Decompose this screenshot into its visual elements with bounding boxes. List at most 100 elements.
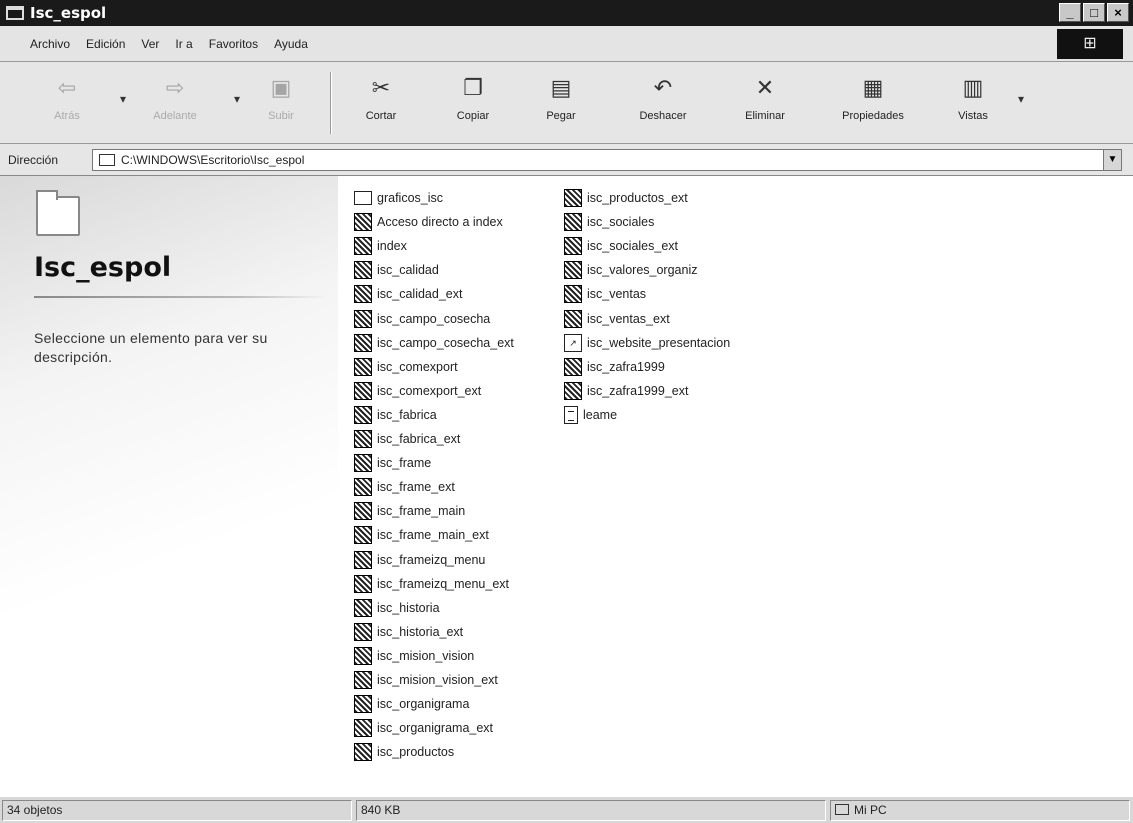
file-name: isc_campo_cosecha_ext	[377, 335, 514, 350]
file-name: isc_frame	[377, 456, 432, 471]
file-item[interactable]: isc_campo_cosecha	[354, 307, 490, 331]
file-item[interactable]: isc_zafra1999_ext	[564, 379, 688, 403]
properties-label: Propiedades	[842, 110, 904, 122]
up-button[interactable]: ▣ Subir	[244, 74, 318, 122]
web-page-icon	[354, 478, 372, 497]
file-item[interactable]: isc_mision_vision	[354, 644, 474, 668]
file-name: isc_fabrica_ext	[377, 432, 461, 446]
file-item[interactable]: isc_fabrica_ext	[354, 427, 460, 451]
menu-ayuda[interactable]: Ayuda	[274, 37, 308, 51]
back-dropdown-icon[interactable]: ▾	[120, 92, 126, 106]
copy-label: Copiar	[456, 110, 490, 122]
file-item[interactable]: isc_productos_ext	[564, 186, 688, 210]
file-item[interactable]: ↗ isc_website_presentacion	[564, 331, 730, 355]
address-path[interactable]: C:\WINDOWS\Escritorio\Isc_espol	[121, 153, 304, 167]
file-item[interactable]: graficos_isc	[354, 186, 443, 210]
web-page-icon	[354, 526, 372, 545]
file-item[interactable]: isc_sociales_ext	[564, 234, 678, 258]
web-page-icon	[354, 574, 372, 593]
back-button[interactable]: ⇦ Atrás	[30, 74, 104, 122]
file-item[interactable]: isc_frameizq_menu	[354, 548, 485, 572]
file-item[interactable]: isc_productos	[354, 740, 454, 764]
folder-content-area: Isc_espol Seleccione un elemento para ve…	[0, 176, 1133, 796]
menu-bar: Archivo Edición Ver Ir a Favoritos Ayuda…	[0, 26, 1133, 62]
file-item[interactable]: isc_frame_main_ext	[354, 523, 489, 547]
undo-button[interactable]: ↶ Deshacer	[626, 74, 700, 122]
properties-button[interactable]: ▦ Propiedades	[836, 74, 910, 122]
file-item[interactable]: isc_frame_ext	[354, 475, 455, 499]
file-name: isc_zafra1999	[587, 359, 665, 374]
file-item[interactable]: isc_calidad_ext	[354, 282, 462, 306]
address-input[interactable]: C:\WINDOWS\Escritorio\Isc_espol ▼	[92, 149, 1122, 171]
file-item[interactable]: index	[354, 234, 407, 258]
file-item[interactable]: isc_fabrica	[354, 403, 437, 427]
file-item[interactable]: isc_organigrama_ext	[354, 716, 493, 740]
windows-logo-icon: ⊞	[1057, 29, 1123, 59]
web-page-icon	[564, 285, 582, 304]
paste-label: Pegar	[546, 110, 576, 122]
views-button[interactable]: ▥ Vistas	[936, 74, 1010, 122]
paste-button[interactable]: ▤ Pegar	[524, 74, 598, 122]
maximize-button[interactable]: □	[1083, 3, 1105, 22]
forward-arrow-icon: ⇨	[165, 76, 185, 101]
delete-button[interactable]: ✕ Eliminar	[728, 74, 802, 122]
file-item[interactable]: isc_organigrama	[354, 692, 469, 716]
address-bar: Dirección C:\WINDOWS\Escritorio\Isc_espo…	[0, 144, 1133, 176]
file-item[interactable]: isc_mision_vision_ext	[354, 668, 498, 692]
web-page-icon	[354, 743, 372, 762]
file-item[interactable]: isc_valores_organiz	[564, 258, 697, 282]
web-page-icon	[354, 237, 372, 256]
web-page-icon	[354, 381, 372, 400]
file-item[interactable]: isc_ventas_ext	[564, 307, 670, 331]
scissors-icon: ✂	[371, 76, 391, 101]
web-page-icon	[564, 189, 582, 207]
web-page-icon	[354, 598, 372, 617]
file-item[interactable]: isc_sociales	[564, 210, 654, 234]
file-name: Acceso directo a index	[377, 215, 503, 230]
panel-divider	[34, 296, 326, 298]
file-name: isc_mision_vision_ext	[377, 673, 498, 687]
file-item[interactable]: isc_frame_main	[354, 499, 465, 523]
file-name: isc_sociales_ext	[587, 239, 679, 254]
web-page-icon	[354, 285, 372, 304]
file-item[interactable]: isc_campo_cosecha_ext	[354, 331, 514, 355]
file-item[interactable]: isc_comexport	[354, 355, 458, 379]
file-item[interactable]: isc_ventas	[564, 282, 646, 306]
clipboard-icon: ▤	[550, 76, 572, 101]
file-name: isc_frameizq_menu	[377, 552, 486, 567]
web-page-icon	[354, 333, 372, 352]
text-document-icon	[564, 405, 578, 424]
menu-favoritos[interactable]: Favoritos	[209, 37, 258, 51]
forward-button[interactable]: ⇨ Adelante	[138, 74, 212, 122]
file-name: leame	[583, 407, 618, 422]
minimize-button[interactable]: _	[1059, 3, 1081, 22]
menu-archivo[interactable]: Archivo	[30, 37, 70, 51]
copy-button[interactable]: ❐ Copiar	[436, 74, 510, 122]
file-name: isc_frameizq_menu_ext	[377, 576, 510, 591]
cut-button[interactable]: ✂ Cortar	[344, 74, 418, 122]
address-dropdown-icon[interactable]: ▼	[1103, 150, 1121, 170]
menu-ver[interactable]: Ver	[141, 37, 159, 51]
undo-icon: ↶	[653, 76, 673, 101]
file-item[interactable]: isc_historia	[354, 596, 440, 620]
file-item[interactable]: isc_comexport_ext	[354, 379, 481, 403]
file-item[interactable]: isc_frameizq_menu_ext	[354, 572, 509, 596]
forward-label: Adelante	[153, 110, 197, 122]
web-page-icon	[564, 381, 582, 400]
menu-edicion[interactable]: Edición	[86, 37, 125, 51]
file-item[interactable]: Acceso directo a index	[354, 210, 503, 234]
file-name: isc_comexport	[377, 359, 458, 374]
cut-label: Cortar	[365, 110, 397, 122]
status-bar: 34 objetos 840 KB Mi PC	[0, 796, 1133, 823]
file-item[interactable]: leame	[564, 403, 617, 427]
file-item[interactable]: isc_historia_ext	[354, 620, 463, 644]
close-button[interactable]: ×	[1107, 3, 1129, 22]
menu-ir-a[interactable]: Ir a	[175, 37, 192, 51]
file-item[interactable]: isc_frame	[354, 451, 431, 475]
views-dropdown-icon[interactable]: ▾	[1018, 92, 1024, 106]
file-item[interactable]: isc_zafra1999	[564, 355, 665, 379]
file-item[interactable]: isc_calidad	[354, 258, 439, 282]
file-name: isc_calidad	[377, 263, 439, 278]
forward-dropdown-icon[interactable]: ▾	[234, 92, 240, 106]
up-folder-icon: ▣	[270, 76, 292, 101]
